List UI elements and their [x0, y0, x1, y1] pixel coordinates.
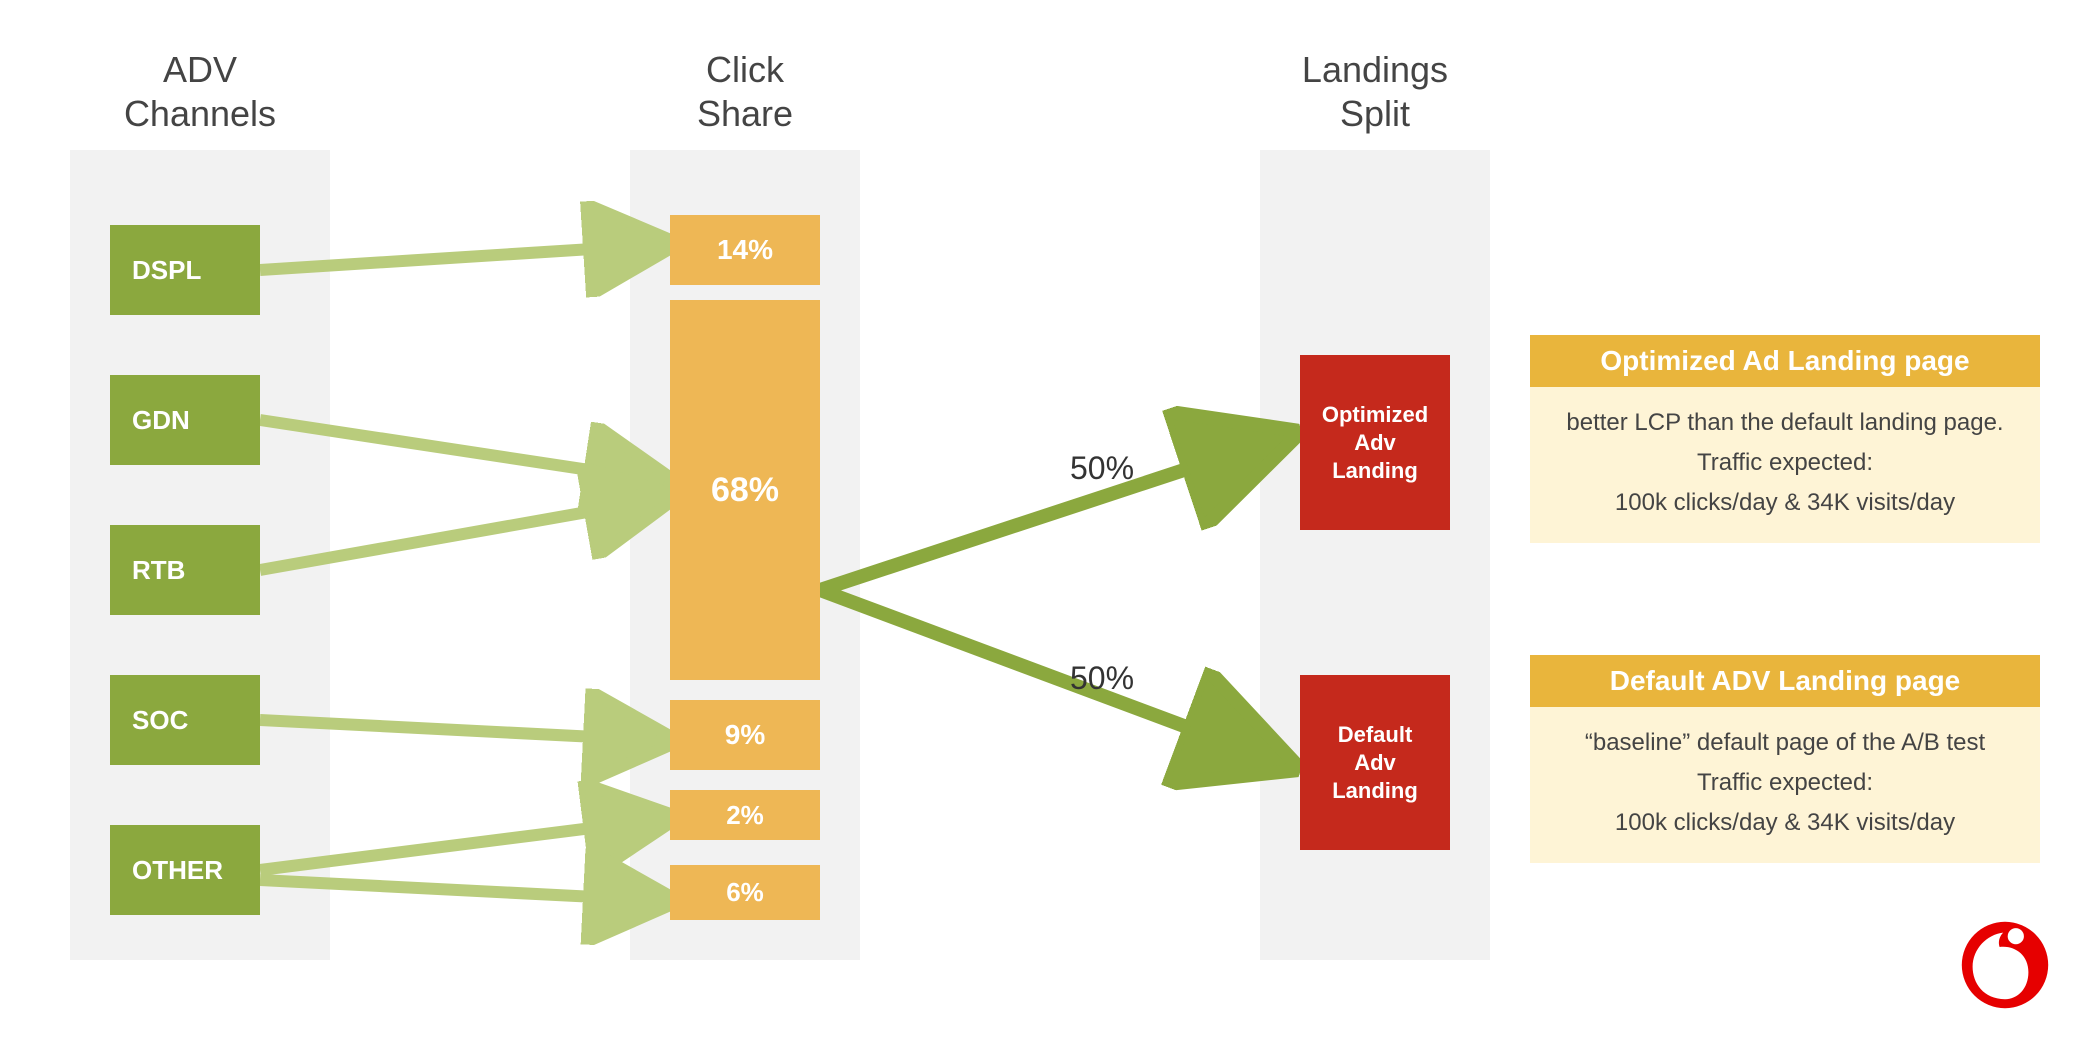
landing-label: Landing	[1332, 778, 1418, 803]
card-default: Default ADV Landing page “baseline” defa…	[1530, 655, 2040, 863]
heading-click-share: Click Share	[630, 48, 860, 136]
share-2pct: 2%	[670, 790, 820, 840]
card-line: “baseline” default page of the A/B test	[1585, 729, 1985, 756]
heading-channels: ADV Channels	[70, 48, 330, 136]
card-optimized-title: Optimized Ad Landing page	[1530, 335, 2040, 387]
heading-click-share-line2: Share	[697, 93, 793, 134]
card-line: Traffic expected:	[1697, 769, 1873, 796]
share-label: 6%	[726, 877, 764, 908]
channel-other: OTHER	[110, 825, 260, 915]
share-gdn-rtb: 68%	[670, 300, 820, 680]
card-line: better LCP than the default landing page…	[1566, 409, 2003, 436]
card-default-title: Default ADV Landing page	[1530, 655, 2040, 707]
share-label: 14%	[717, 234, 773, 266]
landing-default: Default Adv Landing	[1300, 675, 1450, 850]
heading-landings-line2: Split	[1340, 93, 1410, 134]
channel-label: OTHER	[132, 855, 223, 886]
share-dspl: 14%	[670, 215, 820, 285]
card-line: 100k clicks/day & 34K visits/day	[1615, 809, 1955, 836]
channel-soc: SOC	[110, 675, 260, 765]
share-other: 6%	[670, 865, 820, 920]
channel-label: DSPL	[132, 255, 201, 286]
card-line: 100k clicks/day & 34K visits/day	[1615, 489, 1955, 516]
card-line: Traffic expected:	[1697, 449, 1873, 476]
heading-landings: Landings Split	[1260, 48, 1490, 136]
landing-label: Default	[1338, 722, 1413, 747]
landing-label: Adv	[1354, 750, 1396, 775]
card-default-body: “baseline” default page of the A/B test …	[1530, 707, 2040, 863]
heading-landings-line1: Landings	[1302, 49, 1448, 90]
channel-dspl: DSPL	[110, 225, 260, 315]
share-label: 68%	[711, 471, 779, 510]
split-label-bottom: 50%	[1070, 660, 1134, 697]
landing-label: Landing	[1332, 458, 1418, 483]
channel-rtb: RTB	[110, 525, 260, 615]
landing-optimized: Optimized Adv Landing	[1300, 355, 1450, 530]
channel-label: SOC	[132, 705, 188, 736]
channel-label: GDN	[132, 405, 190, 436]
split-label-top: 50%	[1070, 450, 1134, 487]
channel-label: RTB	[132, 555, 185, 586]
vodafone-logo-icon	[1960, 920, 2050, 1010]
landing-label: Optimized	[1322, 402, 1428, 427]
landing-label: Adv	[1354, 430, 1396, 455]
share-label: 2%	[726, 800, 764, 831]
heading-channels-line1: ADV	[163, 49, 237, 90]
channel-gdn: GDN	[110, 375, 260, 465]
card-optimized-body: better LCP than the default landing page…	[1530, 387, 2040, 543]
heading-click-share-line1: Click	[706, 49, 784, 90]
heading-channels-line2: Channels	[124, 93, 276, 134]
diagram-stage: ADV Channels Click Share Landings Split …	[0, 0, 2090, 1040]
share-soc: 9%	[670, 700, 820, 770]
card-optimized: Optimized Ad Landing page better LCP tha…	[1530, 335, 2040, 543]
share-label: 9%	[725, 719, 765, 751]
